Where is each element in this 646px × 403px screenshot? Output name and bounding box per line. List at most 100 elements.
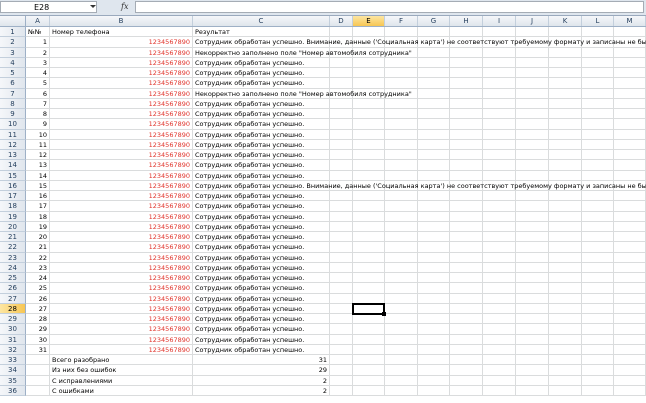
cell[interactable] — [450, 375, 483, 386]
result-cell[interactable]: Сотрудник обработан успешно. — [193, 98, 330, 109]
cell[interactable] — [418, 221, 450, 232]
summary-value[interactable]: 2 — [193, 385, 330, 396]
cell[interactable] — [483, 344, 516, 355]
cell[interactable] — [418, 262, 450, 273]
cell[interactable] — [330, 109, 353, 120]
summary-value[interactable]: 2 — [193, 375, 330, 386]
cell[interactable] — [549, 88, 582, 99]
row-number-cell[interactable]: 9 — [26, 119, 50, 130]
phone-cell[interactable]: 1234567890 — [50, 57, 193, 68]
row-number-cell[interactable]: 14 — [26, 170, 50, 181]
cell[interactable] — [330, 150, 353, 161]
cell[interactable] — [614, 119, 646, 130]
column-header-e[interactable]: E — [353, 16, 385, 26]
chevron-down-icon[interactable] — [90, 5, 96, 8]
result-cell[interactable]: Сотрудник обработан успешно. — [193, 242, 330, 253]
cell[interactable] — [450, 262, 483, 273]
cell[interactable] — [549, 344, 582, 355]
phone-cell[interactable]: 1234567890 — [50, 221, 193, 232]
cell[interactable] — [582, 211, 614, 222]
row-number-cell[interactable]: 6 — [26, 88, 50, 99]
result-cell[interactable]: Сотрудник обработан успешно. — [193, 283, 330, 294]
row-header[interactable]: 11 — [0, 129, 26, 140]
cell[interactable] — [353, 262, 385, 273]
summary-label[interactable]: С ошибками — [50, 385, 193, 396]
cell[interactable] — [582, 47, 614, 58]
cell[interactable] — [385, 303, 418, 314]
cell[interactable] — [614, 232, 646, 243]
cell[interactable] — [385, 109, 418, 120]
cell[interactable] — [614, 355, 646, 366]
row-number-cell[interactable]: 22 — [26, 252, 50, 263]
cell[interactable] — [330, 160, 353, 171]
phone-cell[interactable]: 1234567890 — [50, 242, 193, 253]
cell[interactable] — [418, 27, 450, 38]
summary-label[interactable]: Всего разобрано — [50, 355, 193, 366]
row-header[interactable]: 15 — [0, 170, 26, 181]
phone-cell[interactable]: 1234567890 — [50, 150, 193, 161]
result-cell[interactable]: Сотрудник обработан успешно. — [193, 191, 330, 202]
cell[interactable] — [385, 160, 418, 171]
cell[interactable] — [549, 109, 582, 120]
phone-cell[interactable]: 1234567890 — [50, 98, 193, 109]
row-number-cell[interactable]: 16 — [26, 191, 50, 202]
row-number-cell[interactable]: 3 — [26, 57, 50, 68]
row-number-cell[interactable]: 7 — [26, 98, 50, 109]
row-header[interactable]: 13 — [0, 150, 26, 161]
cell[interactable] — [549, 221, 582, 232]
cell[interactable] — [549, 170, 582, 181]
result-cell[interactable]: Сотрудник обработан успешно. — [193, 232, 330, 243]
cell[interactable] — [614, 170, 646, 181]
cell[interactable] — [483, 47, 516, 58]
cell[interactable] — [385, 191, 418, 202]
cell[interactable] — [516, 221, 549, 232]
cell[interactable] — [582, 201, 614, 212]
cell[interactable] — [385, 273, 418, 284]
cell[interactable] — [450, 283, 483, 294]
cell[interactable] — [330, 375, 353, 386]
insert-function-icon[interactable]: fx — [121, 1, 128, 13]
row-header[interactable]: 7 — [0, 88, 26, 99]
cell[interactable] — [549, 57, 582, 68]
row-number-cell[interactable]: 5 — [26, 78, 50, 89]
result-cell[interactable]: Сотрудник обработан успешно. — [193, 324, 330, 335]
formula-input[interactable] — [135, 1, 644, 13]
cell[interactable] — [582, 221, 614, 232]
cell[interactable] — [418, 303, 450, 314]
cell[interactable] — [582, 191, 614, 202]
cell[interactable] — [483, 324, 516, 335]
cell[interactable] — [549, 252, 582, 263]
cell[interactable] — [353, 355, 385, 366]
cell[interactable] — [582, 252, 614, 263]
cell[interactable] — [450, 191, 483, 202]
row-number-cell[interactable]: 30 — [26, 334, 50, 345]
cell[interactable] — [549, 139, 582, 150]
cell[interactable] — [353, 27, 385, 38]
cell[interactable] — [353, 273, 385, 284]
result-cell[interactable]: Сотрудник обработан успешно. — [193, 314, 330, 325]
cell[interactable] — [418, 160, 450, 171]
cell[interactable] — [483, 27, 516, 38]
cell[interactable] — [450, 385, 483, 396]
cell[interactable] — [353, 129, 385, 140]
cell[interactable] — [582, 385, 614, 396]
cell[interactable] — [450, 150, 483, 161]
cell[interactable] — [418, 324, 450, 335]
cell[interactable] — [483, 375, 516, 386]
cell[interactable] — [582, 109, 614, 120]
cell[interactable] — [385, 57, 418, 68]
cell[interactable] — [330, 355, 353, 366]
cell[interactable] — [330, 232, 353, 243]
cell[interactable] — [450, 334, 483, 345]
column-header-i[interactable]: I — [483, 16, 516, 26]
row-number-cell[interactable]: 20 — [26, 232, 50, 243]
cell[interactable] — [418, 293, 450, 304]
cell[interactable] — [582, 170, 614, 181]
result-cell[interactable]: Сотрудник обработан успешно. — [193, 150, 330, 161]
cell[interactable] — [483, 262, 516, 273]
row-number-cell[interactable]: 25 — [26, 283, 50, 294]
cell[interactable] — [385, 129, 418, 140]
cell[interactable] — [330, 344, 353, 355]
cell[interactable] — [418, 375, 450, 386]
cell[interactable] — [614, 139, 646, 150]
